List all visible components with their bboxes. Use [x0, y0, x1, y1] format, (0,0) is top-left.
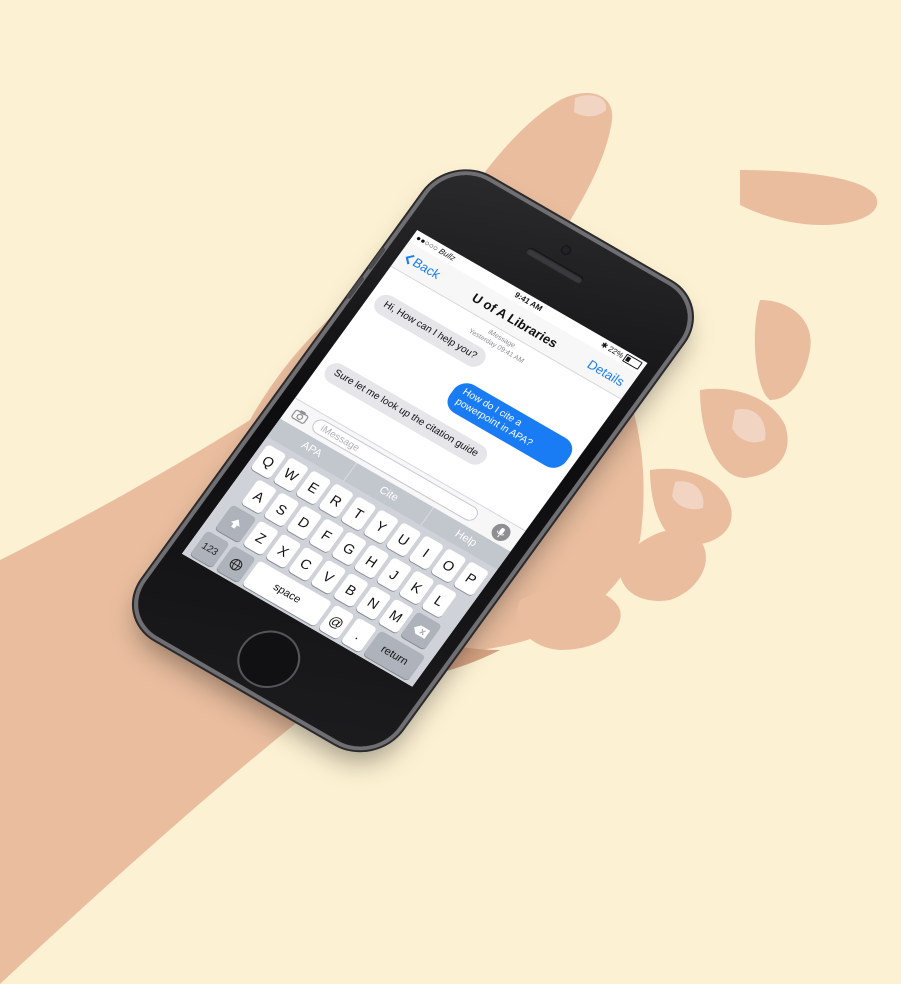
- shift-arrow-icon: [230, 519, 240, 529]
- backspace-icon: [414, 625, 431, 639]
- globe-icon: [229, 558, 243, 570]
- scene: ●●○○○ Bullz 9:41 AM ✱ 22% Back U of A Li…: [0, 0, 901, 984]
- camera-icon[interactable]: [290, 407, 312, 426]
- microphone-icon: [497, 527, 506, 538]
